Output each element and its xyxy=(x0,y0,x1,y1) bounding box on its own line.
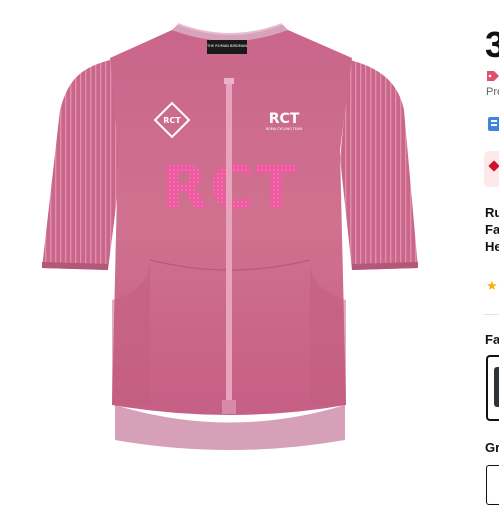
left-sleeve xyxy=(42,60,122,270)
grid-label: Gr xyxy=(485,440,499,455)
svg-text:ROMA CYCLING TEAM: ROMA CYCLING TEAM xyxy=(266,127,303,131)
right-sleeve xyxy=(340,60,418,270)
promo-icon xyxy=(487,71,499,81)
star-icon: ★ xyxy=(486,278,498,293)
rct-chest-logo: RCT xyxy=(269,111,300,127)
product-detail-panel: 3 Pre Ru Fa He ★ Fa Gr xyxy=(480,0,499,523)
svg-text:THE ROMAN BIRDMAN: THE ROMAN BIRDMAN xyxy=(206,44,247,48)
product-title-line: He xyxy=(485,239,499,254)
product-price: 3 xyxy=(485,24,499,65)
size-option[interactable] xyxy=(486,465,499,505)
zipper xyxy=(226,80,232,410)
svg-text:RCT: RCT xyxy=(163,116,181,125)
price-prefix: Pre xyxy=(486,86,499,98)
variant-thumbnail-image xyxy=(494,367,499,407)
product-image-area[interactable]: THE ROMAN BIRDMAN RCT RCT ROMA CYCLING T… xyxy=(0,0,480,523)
divider xyxy=(484,314,499,315)
badge-icon xyxy=(488,117,499,131)
product-title-line: Ru xyxy=(485,205,499,220)
product-title-line: Fa xyxy=(485,222,499,237)
favorites-label: Fa xyxy=(485,332,499,347)
jersey-image: THE ROMAN BIRDMAN RCT RCT ROMA CYCLING T… xyxy=(42,23,418,450)
variant-thumbnail[interactable] xyxy=(486,355,499,421)
